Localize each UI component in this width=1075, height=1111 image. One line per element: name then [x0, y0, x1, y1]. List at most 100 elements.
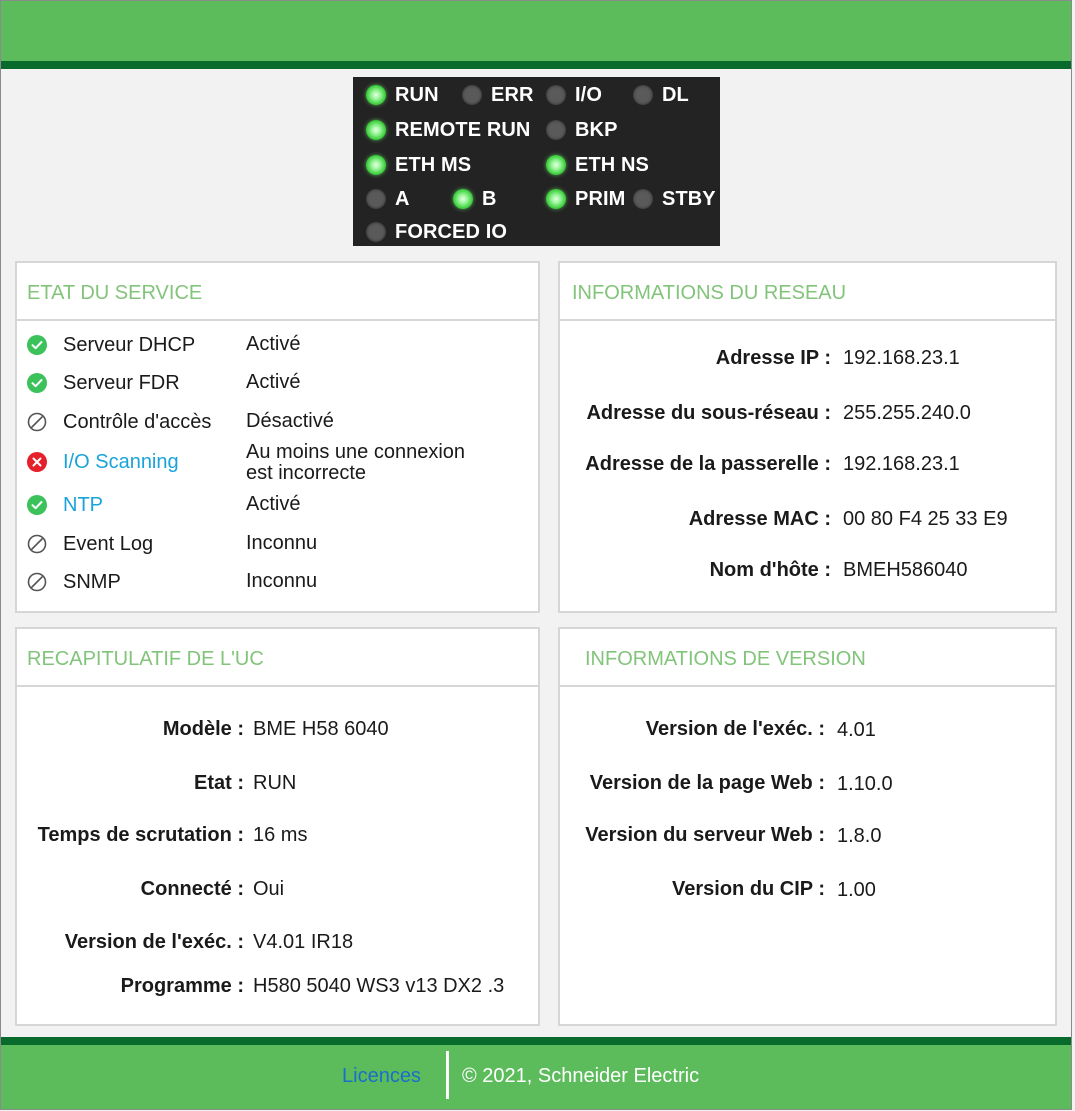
service-name: Serveur FDR — [63, 372, 180, 394]
state-value: RUN — [253, 772, 297, 794]
check-circle-icon — [27, 335, 47, 355]
error-circle-icon — [27, 452, 47, 472]
subnet-value: 255.255.240.0 — [843, 402, 971, 424]
subnet-label: Adresse du sous-réseau : — [586, 402, 831, 424]
webserver-version-value: 1.8.0 — [837, 825, 882, 847]
cpu-summary-panel: RECAPITULATIF DE L'UC Modèle : BME H58 6… — [15, 627, 540, 1026]
led-prim: PRIM — [546, 187, 625, 211]
ip-address-label: Adresse IP : — [715, 347, 831, 369]
service-state-panel: ETAT DU SERVICE Serveur DHCP Activé Serv… — [15, 261, 540, 613]
led-b: B — [453, 187, 497, 211]
gateway-label: Adresse de la passerelle : — [585, 453, 831, 475]
led-label: REMOTE RUN — [395, 118, 531, 141]
service-state: Inconnu — [246, 532, 318, 554]
service-row-snmp: SNMP Inconnu — [27, 571, 317, 593]
panel-title: RECAPITULATIF DE L'UC — [17, 629, 538, 687]
led-indicator-icon — [633, 189, 653, 209]
service-name: SNMP — [63, 571, 121, 593]
ip-address-value: 192.168.23.1 — [843, 347, 960, 369]
footer-stripe — [1, 1037, 1071, 1045]
disabled-circle-icon — [27, 534, 47, 554]
model-label: Modèle : — [162, 718, 244, 740]
led-indicator-icon — [366, 222, 386, 242]
service-name: Event Log — [63, 533, 154, 555]
licences-link[interactable]: Licences — [342, 1065, 421, 1088]
led-indicator-icon — [546, 120, 566, 140]
panel-title: INFORMATIONS DU RESEAU — [560, 263, 1055, 321]
copyright-text: © 2021, Schneider Electric — [462, 1065, 700, 1087]
led-indicator-icon — [366, 120, 386, 140]
program-value: H580 5040 WS3 v13 DX2 .3 — [253, 975, 505, 997]
model-value: BME H58 6040 — [253, 718, 389, 740]
service-row-dhcp: Serveur DHCP Activé — [27, 334, 300, 356]
hostname-value: BMEH586040 — [843, 559, 968, 581]
service-state: Inconnu — [246, 570, 318, 592]
led-label: B — [482, 187, 497, 210]
led-indicator-icon — [366, 155, 386, 175]
exec-version-value: 4.01 — [837, 719, 876, 741]
led-label: BKP — [575, 118, 618, 141]
service-row-io-scanning: I/O Scanning Au moins une connexion est … — [27, 442, 465, 484]
led-io: I/O — [546, 83, 602, 107]
led-err: ERR — [462, 83, 534, 107]
webpage-version-label: Version de la page Web : — [589, 772, 825, 794]
ntp-link[interactable]: NTP — [63, 494, 103, 517]
cip-version-label: Version du CIP : — [672, 878, 825, 900]
gateway-value: 192.168.23.1 — [843, 453, 960, 475]
exec-version-label: Version de l'exéc. : — [645, 718, 825, 740]
led-label: RUN — [395, 83, 439, 106]
header-bar — [1, 1, 1071, 61]
service-row-fdr: Serveur FDR Activé — [27, 372, 300, 394]
service-row-ntp: NTP Activé — [27, 494, 300, 516]
led-label: DL — [662, 83, 689, 106]
led-label: A — [395, 187, 410, 210]
scan-time-label: Temps de scrutation : — [37, 824, 244, 846]
panel-title: ETAT DU SERVICE — [17, 263, 538, 321]
io-scanning-link[interactable]: I/O Scanning — [63, 451, 179, 474]
led-eth-ns: ETH NS — [546, 153, 649, 177]
service-state: Au moins une connexion est incorrecte — [246, 442, 465, 484]
service-state: Activé — [246, 371, 301, 393]
led-bkp: BKP — [546, 118, 618, 142]
webserver-version-label: Version du serveur Web : — [585, 824, 825, 846]
service-row-access-control: Contrôle d'accès Désactivé — [27, 411, 334, 433]
network-info-panel: INFORMATIONS DU RESEAU Adresse IP : 192.… — [558, 261, 1057, 613]
led-stby: STBY — [633, 187, 716, 211]
led-indicator-icon — [546, 189, 566, 209]
service-name: Contrôle d'accès — [63, 411, 212, 433]
state-label: Etat : — [194, 772, 244, 794]
header-stripe — [1, 61, 1071, 69]
led-label: ERR — [491, 83, 534, 106]
led-indicator-icon — [462, 85, 482, 105]
panel-title: INFORMATIONS DE VERSION — [560, 629, 1055, 687]
service-state: Désactivé — [246, 410, 334, 432]
hostname-label: Nom d'hôte : — [709, 559, 831, 581]
mac-address-value: 00 80 F4 25 33 E9 — [843, 508, 1008, 530]
led-label: PRIM — [575, 187, 626, 210]
check-circle-icon — [27, 495, 47, 515]
service-name: Serveur DHCP — [63, 334, 196, 356]
led-label: ETH NS — [575, 153, 649, 176]
service-row-event-log: Event Log Inconnu — [27, 533, 317, 555]
led-a: A — [366, 187, 410, 211]
version-info-panel: INFORMATIONS DE VERSION Version de l'exé… — [558, 627, 1057, 1026]
led-indicator-icon — [453, 189, 473, 209]
page-frame: RUN ERR I/O DL REMOTE RUN BKP ETH MS ETH… — [0, 0, 1072, 1110]
connected-label: Connecté : — [140, 878, 244, 900]
led-status-panel: RUN ERR I/O DL REMOTE RUN BKP ETH MS ETH… — [353, 77, 720, 246]
cip-version-value: 1.00 — [837, 879, 876, 901]
service-state: Activé — [246, 333, 301, 355]
led-indicator-icon — [633, 85, 653, 105]
mac-address-label: Adresse MAC : — [688, 508, 831, 530]
led-indicator-icon — [546, 85, 566, 105]
scan-time-value: 16 ms — [253, 824, 308, 846]
exec-version-label: Version de l'exéc. : — [64, 931, 244, 953]
disabled-circle-icon — [27, 572, 47, 592]
led-label: FORCED IO — [395, 220, 508, 243]
led-label: ETH MS — [395, 153, 472, 176]
footer-divider — [446, 1051, 449, 1099]
connected-value: Oui — [253, 878, 285, 900]
led-indicator-icon — [366, 85, 386, 105]
led-indicator-icon — [546, 155, 566, 175]
service-state: Activé — [246, 493, 301, 515]
